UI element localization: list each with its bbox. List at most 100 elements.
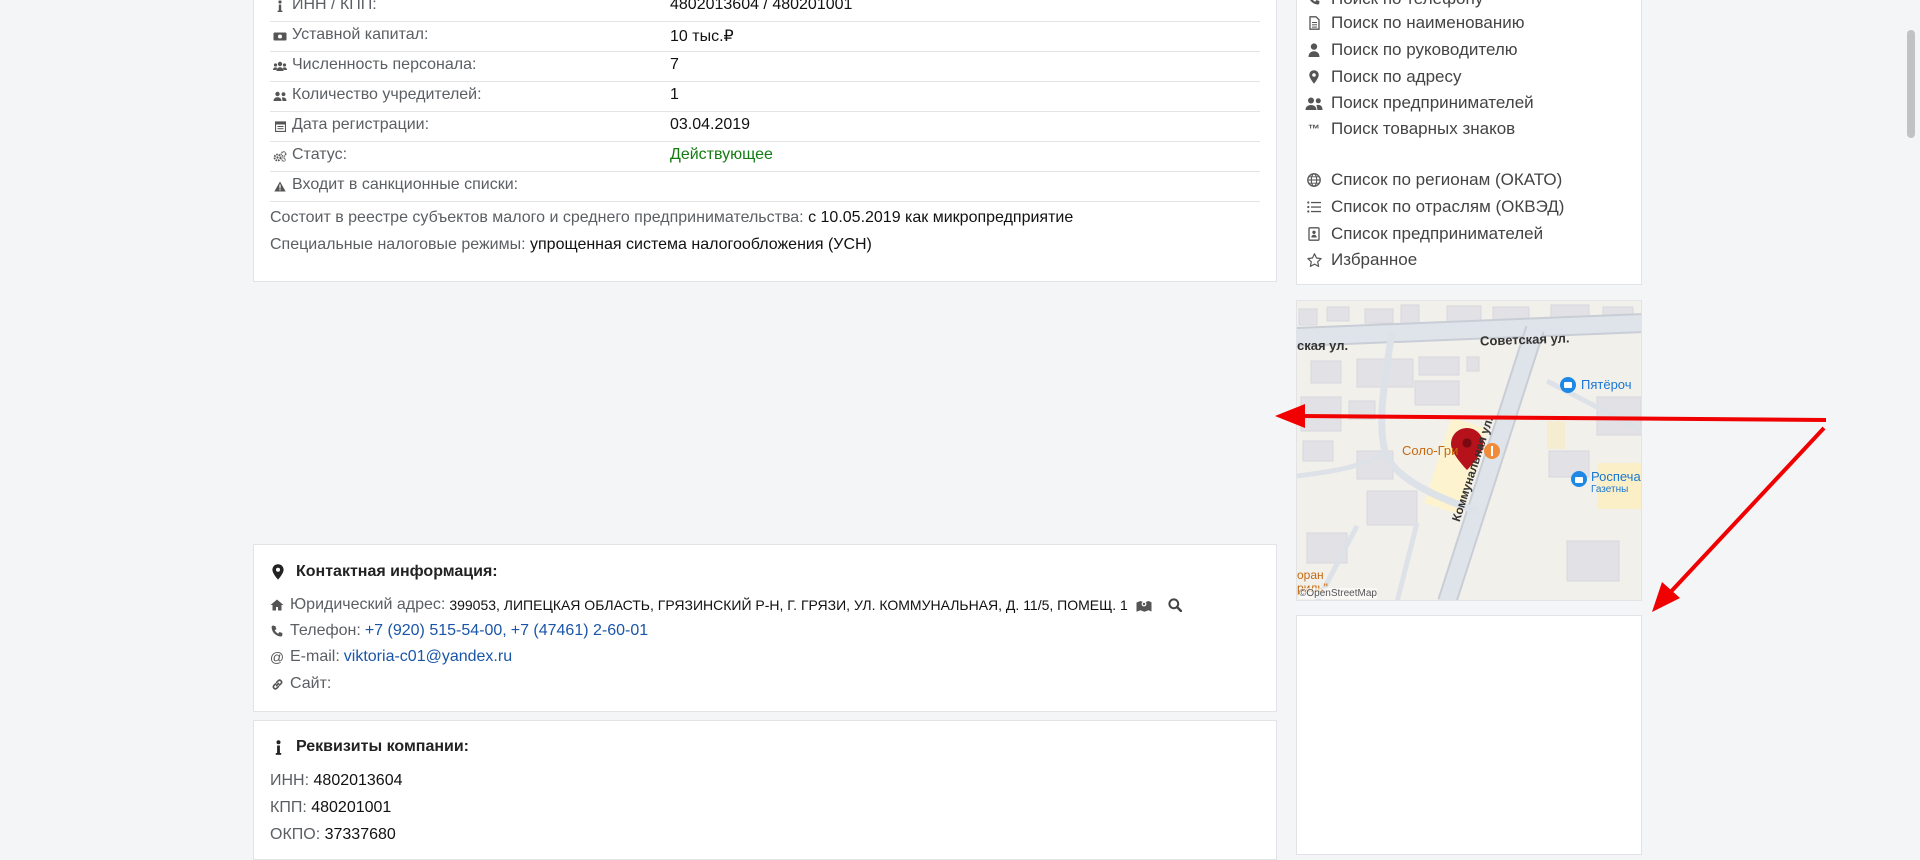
capital-row: Уставной капитал: 10 тыс.₽ bbox=[270, 22, 1260, 52]
requisites-section-title: Реквизиты компании: bbox=[270, 738, 469, 756]
phone-icon bbox=[270, 625, 284, 637]
sme-registry-note: Состоит в реестре субъектов малого и сре… bbox=[270, 209, 1073, 227]
nav-search-by-name[interactable]: Поиск по наименованию bbox=[1305, 11, 1524, 35]
home-icon bbox=[270, 599, 284, 611]
contact-title-text: Контактная информация: bbox=[296, 563, 498, 580]
inn-label: ИНН: bbox=[270, 772, 310, 789]
nav-label: Поиск предпринимателей bbox=[1331, 93, 1534, 112]
sme-registry-label: Состоит в реестре субъектов малого и сре… bbox=[270, 209, 804, 226]
sanctions-label: Входит в санкционные списки: bbox=[292, 176, 519, 193]
tax-regime-label: Специальные налоговые режимы: bbox=[270, 236, 526, 253]
company-requisites-card: Реквизиты компании: ИНН: 4802013604 КПП:… bbox=[253, 720, 1277, 860]
registration-date-row: Дата регистрации: 03.04.2019 bbox=[270, 112, 1260, 142]
status-value: Действующее bbox=[670, 146, 773, 163]
at-icon: @ bbox=[269, 649, 285, 665]
phone-line: Телефон: +7 (920) 515-54-00 , +7 (47461)… bbox=[270, 622, 648, 640]
tax-regime-value: упрощенная система налогообложения (УСН) bbox=[530, 236, 872, 253]
map-street-label: Советская ул. bbox=[1479, 330, 1570, 349]
contact-section-title: Контактная информация: bbox=[270, 563, 498, 581]
info-icon bbox=[270, 739, 286, 755]
map-marker-icon bbox=[1305, 70, 1323, 84]
founders-label: Количество учредителей: bbox=[292, 86, 482, 103]
map-view-icon[interactable] bbox=[1136, 599, 1152, 612]
phone-link-2[interactable]: +7 (47461) 2-60-01 bbox=[511, 622, 648, 640]
map-attribution[interactable]: ©OpenStreetMap bbox=[1299, 588, 1377, 599]
nav-list-by-regions[interactable]: Список по регионам (ОКАТО) bbox=[1305, 168, 1562, 192]
arrow-down-left bbox=[1652, 426, 1826, 612]
capital-value: 10 тыс.₽ bbox=[670, 28, 734, 45]
email-line: @ E-mail: viktoria-c01@yandex.ru bbox=[270, 648, 512, 666]
nav-list-entrepreneurs[interactable]: Список предпринимателей bbox=[1305, 222, 1543, 246]
phone-label: Телефон: bbox=[290, 622, 361, 639]
users-icon bbox=[1305, 97, 1323, 110]
staff-label: Численность персонала: bbox=[292, 56, 477, 73]
cogs-icon bbox=[272, 148, 288, 164]
map-poi-label: Роспеча bbox=[1591, 469, 1641, 484]
warning-icon bbox=[272, 178, 288, 194]
search-nav-card: Поиск по телефону Поиск по наименованию … bbox=[1296, 0, 1642, 285]
tax-regime-note: Специальные налоговые режимы: упрощенная… bbox=[270, 236, 872, 254]
contact-info-card: Контактная информация: Юридический адрес… bbox=[253, 544, 1277, 712]
map-poi-label: Газетны bbox=[1591, 484, 1629, 495]
users-icon bbox=[272, 58, 288, 74]
phone-separator: , bbox=[502, 622, 507, 639]
founders-row: Количество учредителей: 1 bbox=[270, 82, 1260, 112]
nav-label: Список по регионам (ОКАТО) bbox=[1331, 170, 1563, 189]
phone-icon bbox=[1305, 0, 1323, 5]
location-map[interactable]: Советская ул. ская ул. Коммунальная ул. … bbox=[1296, 300, 1642, 601]
email-link[interactable]: viktoria-c01@yandex.ru bbox=[344, 648, 512, 666]
list-icon bbox=[1305, 201, 1323, 213]
nav-search-by-phone[interactable]: Поиск по телефону bbox=[1305, 0, 1483, 11]
nav-label: Поиск товарных знаков bbox=[1331, 119, 1516, 138]
map-poi-label: Соло-Гри bbox=[1402, 443, 1459, 458]
nav-search-by-address[interactable]: Поиск по адресу bbox=[1305, 65, 1462, 89]
globe-icon bbox=[1305, 173, 1323, 187]
trademark-icon: ™ bbox=[1308, 122, 1320, 136]
site-line: Сайт: bbox=[270, 675, 331, 693]
inn-kpp-row: ИНН / КПП: 4802013604 / 480201001 bbox=[270, 0, 1260, 22]
company-details-card: ИНН / КПП: 4802013604 / 480201001 Уставн… bbox=[253, 0, 1277, 282]
calendar-icon bbox=[272, 118, 288, 134]
nav-list-by-industries[interactable]: Список по отраслям (ОКВЭД) bbox=[1305, 195, 1564, 219]
staff-value: 7 bbox=[670, 56, 679, 73]
inn-kpp-label: ИНН / КПП: bbox=[292, 0, 377, 13]
kpp-line: КПП: 480201001 bbox=[270, 799, 391, 817]
address-book-icon bbox=[1305, 227, 1323, 241]
user-icon bbox=[1305, 43, 1323, 57]
info-icon bbox=[272, 0, 288, 14]
registration-date-value: 03.04.2019 bbox=[670, 116, 751, 133]
okpo-value: 37337680 bbox=[324, 826, 396, 843]
map-canvas bbox=[1297, 301, 1641, 600]
search-icon[interactable] bbox=[1168, 598, 1182, 612]
map-marker-icon bbox=[270, 564, 286, 580]
founders-value: 1 bbox=[670, 86, 679, 103]
link-icon bbox=[270, 678, 284, 691]
sme-registry-value: с 10.05.2019 как микропредприятие bbox=[808, 209, 1074, 226]
star-icon bbox=[1305, 253, 1323, 267]
capital-label: Уставной капитал: bbox=[292, 26, 429, 43]
okpo-line: ОКПО: 37337680 bbox=[270, 826, 396, 844]
empty-widget-card bbox=[1296, 615, 1642, 855]
nav-search-trademarks[interactable]: ™ Поиск товарных знаков bbox=[1305, 117, 1515, 141]
page-scrollbar-thumb[interactable] bbox=[1907, 30, 1915, 138]
phone-link-1[interactable]: +7 (920) 515-54-00 bbox=[365, 622, 502, 640]
nav-label: Поиск по адресу bbox=[1331, 67, 1462, 86]
site-label: Сайт: bbox=[290, 675, 332, 692]
status-row: Статус: Действующее bbox=[270, 142, 1260, 172]
user-friends-icon bbox=[272, 88, 288, 104]
map-poi-label: Пятёроч bbox=[1581, 377, 1632, 392]
map-poi-label: оран bbox=[1297, 568, 1324, 582]
registration-date-label: Дата регистрации: bbox=[292, 116, 430, 133]
inn-line: ИНН: 4802013604 bbox=[270, 772, 403, 790]
inn-value: 4802013604 bbox=[313, 772, 403, 789]
nav-search-entrepreneurs[interactable]: Поиск предпринимателей bbox=[1305, 91, 1534, 115]
legal-address-line: Юридический адрес: 399053, ЛИПЕЦКАЯ ОБЛА… bbox=[270, 596, 1182, 614]
nav-search-by-director[interactable]: Поиск по руководителю bbox=[1305, 38, 1518, 62]
okpo-label: ОКПО: bbox=[270, 826, 321, 843]
status-label: Статус: bbox=[292, 146, 348, 163]
nav-favorites[interactable]: Избранное bbox=[1305, 248, 1417, 272]
nav-label: Список по отраслям (ОКВЭД) bbox=[1331, 197, 1565, 216]
staff-row: Численность персонала: 7 bbox=[270, 52, 1260, 82]
nav-label: Поиск по руководителю bbox=[1331, 40, 1518, 59]
nav-label: Избранное bbox=[1331, 250, 1418, 269]
